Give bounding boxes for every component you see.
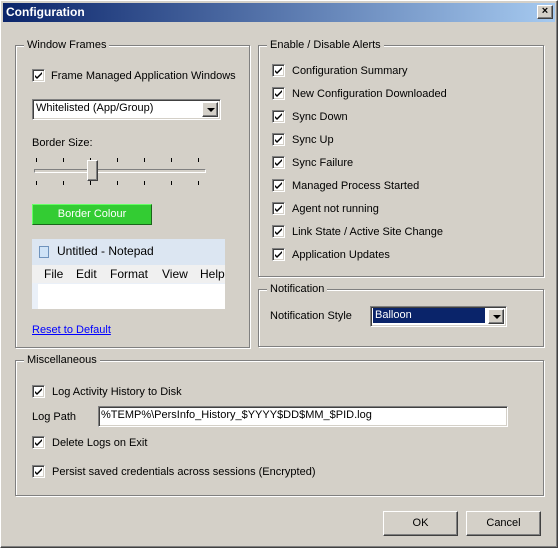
alert-sync-failure-checkbox[interactable] (272, 156, 285, 169)
preview-title: Untitled - Notepad (57, 244, 154, 258)
frame-mode-value: Whitelisted (App/Group) (36, 102, 154, 114)
reset-to-default-link[interactable]: Reset to Default (32, 324, 111, 336)
check-icon (35, 468, 42, 475)
preview-menu-help: Help (200, 267, 225, 281)
notification-group: Notification Notification Style Balloon (258, 282, 544, 347)
alert-sync-down-checkbox[interactable] (272, 110, 285, 123)
check-icon (275, 159, 282, 166)
notification-title: Notification (267, 282, 328, 296)
alert-link-state-change-checkbox[interactable] (272, 225, 285, 238)
persist-credentials-label: Persist saved credentials across session… (52, 466, 316, 478)
chevron-down-icon[interactable] (202, 102, 218, 117)
alert-sync-down-label: Sync Down (292, 111, 348, 123)
chevron-down-icon[interactable] (488, 309, 504, 324)
check-icon (275, 136, 282, 143)
check-icon (275, 90, 282, 97)
check-icon (275, 228, 282, 235)
check-icon (275, 67, 282, 74)
check-icon (275, 113, 282, 120)
preview-menubar: File Edit Format View Help (32, 265, 225, 283)
notification-style-select[interactable]: Balloon (370, 306, 507, 327)
alert-new-configuration-downloaded-checkbox[interactable] (272, 87, 285, 100)
check-icon (35, 439, 42, 446)
preview-body (38, 284, 225, 309)
cancel-button[interactable]: Cancel (466, 511, 541, 536)
check-icon (35, 388, 42, 395)
check-icon (275, 251, 282, 258)
title-bar[interactable]: Configuration × (3, 3, 555, 22)
log-history-checkbox[interactable] (32, 385, 45, 398)
alert-link-state-change-label: Link State / Active Site Change (292, 226, 444, 238)
persist-credentials-checkbox[interactable] (32, 465, 45, 478)
border-colour-button[interactable]: Border Colour (32, 204, 152, 225)
window-title: Configuration (6, 5, 85, 19)
check-icon (275, 182, 282, 189)
check-icon (275, 205, 282, 212)
slider-thumb[interactable] (87, 160, 98, 181)
border-size-slider[interactable] (32, 154, 208, 190)
preview-menu-file: File (44, 267, 64, 281)
ok-button[interactable]: OK (383, 511, 458, 536)
alert-application-updates-label: Application Updates (292, 249, 390, 261)
alert-new-configuration-downloaded-label: New Configuration Downloaded (292, 88, 447, 100)
frame-preview: Untitled - Notepad File Edit Format View… (32, 239, 225, 309)
frame-managed-label: Frame Managed Application Windows (51, 70, 236, 82)
log-path-label: Log Path (32, 411, 77, 423)
alerts-title: Enable / Disable Alerts (267, 38, 384, 52)
misc-title: Miscellaneous (24, 353, 100, 367)
slider-track (34, 169, 206, 173)
alert-sync-failure-label: Sync Failure (292, 157, 354, 169)
alert-configuration-summary-checkbox[interactable] (272, 64, 285, 77)
frame-mode-select[interactable]: Whitelisted (App/Group) (32, 99, 221, 120)
delete-logs-label: Delete Logs on Exit (52, 437, 148, 449)
notification-style-value: Balloon (373, 308, 485, 323)
window-frames-group: Window Frames Frame Managed Application … (15, 38, 250, 348)
close-icon[interactable]: × (537, 5, 553, 19)
border-size-label: Border Size: (32, 137, 93, 149)
notepad-icon (39, 246, 49, 258)
misc-group: Miscellaneous Log Activity History to Di… (15, 353, 544, 496)
alert-application-updates-checkbox[interactable] (272, 248, 285, 261)
alert-configuration-summary-label: Configuration Summary (292, 65, 408, 77)
alerts-group: Enable / Disable Alerts Configuration Su… (258, 38, 544, 277)
alert-sync-up-checkbox[interactable] (272, 133, 285, 146)
alert-agent-not-running-label: Agent not running (292, 203, 379, 215)
configuration-dialog: Configuration × Window Frames Frame Mana… (0, 0, 558, 548)
delete-logs-checkbox[interactable] (32, 436, 45, 449)
check-icon (35, 72, 42, 79)
log-path-input[interactable]: %TEMP%\PersInfo_History_$YYYY$DD$MM_$PID… (98, 406, 508, 427)
window-frames-title: Window Frames (24, 38, 110, 52)
notification-style-label: Notification Style (270, 310, 352, 322)
alert-managed-process-started-checkbox[interactable] (272, 179, 285, 192)
alert-managed-process-started-label: Managed Process Started (292, 180, 420, 192)
frame-managed-checkbox[interactable] (32, 69, 45, 82)
preview-menu-edit: Edit (76, 267, 97, 281)
preview-menu-format: Format (110, 267, 149, 281)
log-history-label: Log Activity History to Disk (52, 386, 182, 398)
preview-menu-view: View (162, 267, 188, 281)
preview-titlebar: Untitled - Notepad (32, 239, 225, 265)
alert-agent-not-running-checkbox[interactable] (272, 202, 285, 215)
alert-sync-up-label: Sync Up (292, 134, 334, 146)
